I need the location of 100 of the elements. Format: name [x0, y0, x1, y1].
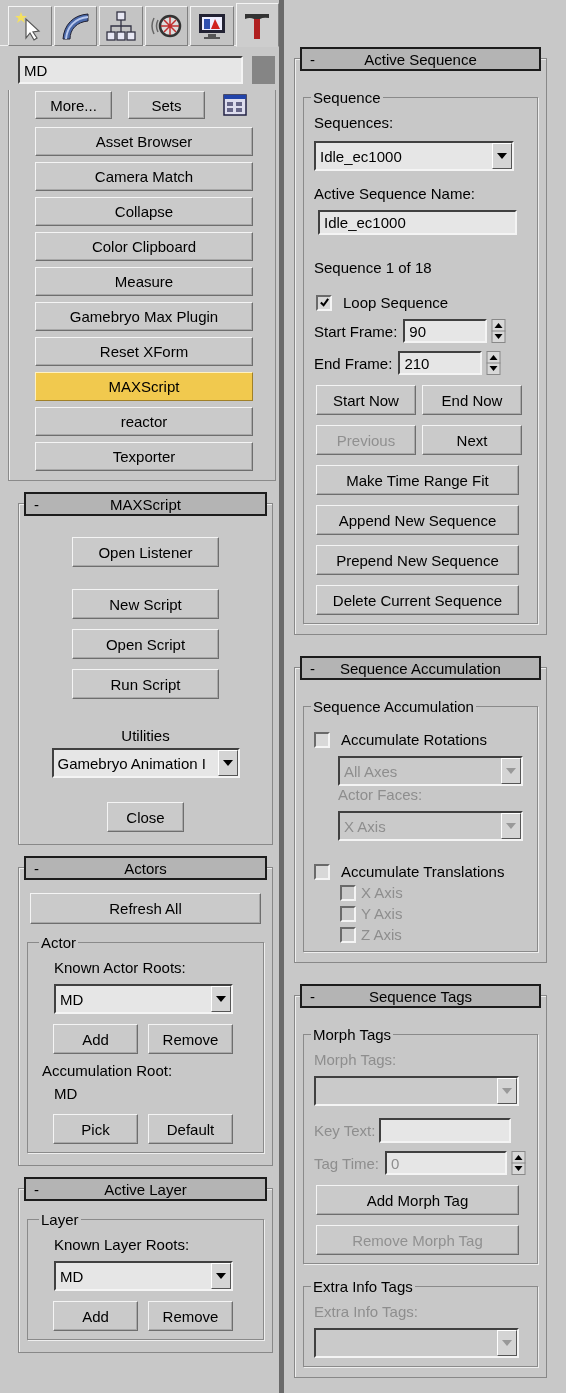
utility-button[interactable]: Texporter [35, 442, 253, 471]
spinner-arrows-icon[interactable] [486, 351, 502, 375]
command-tab[interactable] [99, 6, 143, 46]
accumulation-root-label: Accumulation Root: [42, 1062, 174, 1079]
sequences-label: Sequences: [314, 114, 395, 131]
utility-button[interactable]: reactor [35, 407, 253, 436]
utility-button[interactable]: Reset XForm [35, 337, 253, 366]
rollout-title: Actors [123, 859, 168, 877]
close-button[interactable]: Close [107, 802, 184, 832]
rollout-title: Sequence Tags [367, 987, 474, 1005]
rollout-title: MAXScript [109, 495, 182, 513]
checkbox-label: Accumulate Rotations [341, 731, 487, 748]
group-label: Actor [40, 934, 77, 951]
rollout-header[interactable]: - Sequence Accumulation [300, 656, 541, 680]
grid-icon[interactable] [223, 94, 247, 116]
utility-button[interactable]: Collapse [35, 197, 253, 226]
sequence-button[interactable]: Prepend New Sequence [316, 545, 519, 575]
script-button[interactable]: Open Listener [72, 537, 219, 567]
sequence-name-label: Active Sequence Name: [314, 185, 476, 202]
start-frame-label: Start Frame: [314, 322, 398, 340]
sequences-dropdown[interactable]: Idle_ec1000 [314, 141, 514, 171]
roots-dropdown[interactable]: MD [54, 984, 233, 1014]
add-button[interactable]: Add [53, 1024, 138, 1054]
script-button[interactable]: New Script [72, 589, 219, 619]
collapse-sign: - [33, 495, 40, 513]
spinner-arrows-icon[interactable] [491, 319, 507, 343]
sequence-name-field[interactable]: Idle_ec1000 [318, 210, 517, 235]
checkbox-label: Accumulate Translations [341, 863, 505, 880]
default-button[interactable]: Default [148, 1114, 233, 1144]
checkbox[interactable] [314, 863, 330, 880]
sequence-counter: Sequence 1 of 18 [314, 259, 433, 276]
sequence-button[interactable]: End Now [422, 385, 522, 415]
utility-button[interactable]: MAXScript [35, 372, 253, 401]
caret-icon [506, 768, 516, 774]
rollout-header[interactable]: - MAXScript [24, 492, 267, 516]
name-field[interactable]: MD [18, 56, 243, 84]
sequence-button[interactable]: Make Time Range Fit [316, 465, 519, 495]
script-button[interactable]: Open Script [72, 629, 219, 659]
caret-icon [222, 760, 233, 766]
roots-label: Known Actor Roots: [53, 959, 187, 976]
add-button[interactable]: Add [53, 1301, 138, 1331]
collapse-sign: - [33, 1180, 40, 1198]
key-text-label: Key Text: [314, 1122, 376, 1139]
command-tab[interactable] [144, 6, 188, 46]
remove-button[interactable]: Remove [148, 1024, 233, 1054]
end-frame-label: End Frame: [314, 354, 393, 372]
sequence-button[interactable]: Start Now [316, 385, 416, 415]
utilities-dropdown[interactable]: Gamebryo Animation I [51, 748, 240, 778]
utility-button[interactable]: Gamebryo Max Plugin [35, 302, 253, 331]
collapse-sign: - [309, 987, 316, 1005]
sequence-button[interactable]: Delete Current Sequence [316, 585, 519, 615]
rollout-header[interactable]: - Active Sequence [300, 47, 541, 71]
start-frame-field[interactable]: 90 [403, 319, 488, 343]
rollout-title: Sequence Accumulation [339, 659, 502, 677]
actor-faces-label: Actor Faces: [338, 786, 424, 803]
utility-button[interactable]: Color Clipboard [35, 232, 253, 261]
sets-button[interactable]: Sets [128, 91, 205, 119]
accumulation-root-value: MD [53, 1085, 79, 1102]
utility-button[interactable]: Measure [35, 267, 253, 296]
command-tab[interactable] [235, 3, 279, 47]
more-button[interactable]: More... [35, 91, 112, 119]
sequence-button[interactable]: Next [422, 425, 522, 455]
rollout-header[interactable]: - Active Layer [24, 1177, 267, 1201]
checkbox-label: Z Axis [361, 926, 402, 943]
script-button[interactable]: Run Script [72, 669, 219, 699]
checkbox-label: X Axis [361, 884, 403, 901]
refresh-all-button[interactable]: Refresh All [30, 893, 261, 924]
rollout-header[interactable]: - Sequence Tags [300, 984, 541, 1008]
checkbox[interactable] [316, 294, 332, 311]
rollout-header[interactable]: - Actors [24, 856, 267, 880]
utility-button[interactable]: Camera Match [35, 162, 253, 191]
pick-button[interactable]: Pick [53, 1114, 138, 1144]
utilities-label: Utilities [121, 727, 170, 744]
group-label: Extra Info Tags [312, 1278, 414, 1295]
utility-button[interactable]: Asset Browser [35, 127, 253, 156]
spinner-arrows-icon[interactable] [511, 1151, 527, 1175]
group-label: Layer [40, 1211, 80, 1228]
collapse-sign: - [309, 50, 316, 68]
group-label: Morph Tags [312, 1026, 393, 1043]
rollout-title: Active Layer [103, 1180, 188, 1198]
caret-icon [506, 823, 516, 829]
collapse-sign: - [309, 659, 316, 677]
caret-icon [502, 1088, 512, 1094]
roots-label: Known Layer Roots: [53, 1236, 191, 1253]
command-tab[interactable] [53, 6, 97, 46]
rollout-title: Active Sequence [363, 50, 478, 68]
caret-icon [216, 1273, 226, 1279]
caret-icon [502, 1340, 512, 1346]
roots-dropdown[interactable]: MD [54, 1261, 233, 1291]
curved-pipe-icon [59, 10, 92, 42]
add-morph-tag-button[interactable]: Add Morph Tag [316, 1185, 519, 1215]
command-tab[interactable] [190, 6, 234, 46]
color-swatch[interactable] [252, 56, 275, 84]
end-frame-field[interactable]: 210 [398, 351, 483, 375]
checkbox[interactable] [314, 731, 330, 748]
key-text-field[interactable] [379, 1118, 512, 1143]
remove-button[interactable]: Remove [148, 1301, 233, 1331]
caret-icon [216, 996, 226, 1002]
sequence-button[interactable]: Append New Sequence [316, 505, 519, 535]
morph-tags-label: Morph Tags: [314, 1051, 398, 1068]
